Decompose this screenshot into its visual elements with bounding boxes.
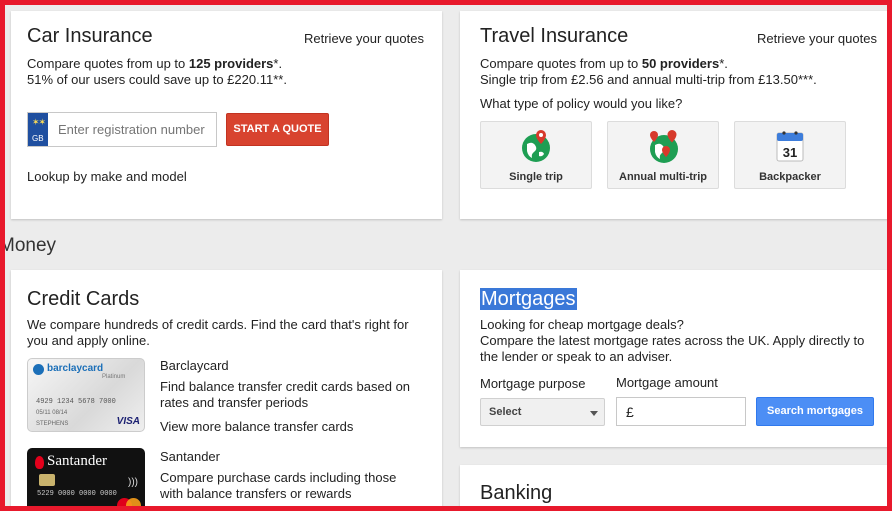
gb-flag-icon: ✶✶ GB xyxy=(28,113,48,146)
view-balance-transfer-link[interactable]: View more balance transfer cards xyxy=(160,419,353,435)
barclaycard-card-image: barclaycard Platinum 4929 1234 5678 7000… xyxy=(27,358,145,432)
calendar-day: 31 xyxy=(783,145,797,160)
santander-flame-icon xyxy=(35,456,44,469)
globe-multi-pin-icon xyxy=(650,130,678,163)
banking-card: Banking xyxy=(460,465,887,506)
barclaycard-description: Find balance transfer credit cards based… xyxy=(160,379,411,410)
chevron-down-icon xyxy=(590,411,598,416)
travel-retrieve-quotes-link[interactable]: Retrieve your quotes xyxy=(757,31,877,47)
santander-card-brand: Santander xyxy=(47,453,107,469)
mortgages-title: Mortgages xyxy=(480,288,577,311)
registration-input[interactable] xyxy=(50,114,212,145)
mortgage-purpose-value: Select xyxy=(489,406,522,418)
mortgage-purpose-label: Mortgage purpose xyxy=(480,376,586,391)
contactless-icon: ))) xyxy=(128,477,138,488)
lookup-make-model-link[interactable]: Lookup by make and model xyxy=(27,169,187,185)
car-providers-count: 125 providers xyxy=(188,56,274,71)
start-quote-button[interactable]: START A QUOTE xyxy=(226,113,329,146)
car-savings-text: 51% of our users could save up to £220.1… xyxy=(27,72,287,87)
travel-providers-count: 50 providers xyxy=(641,56,720,71)
registration-input-box[interactable]: ✶✶ GB xyxy=(27,112,217,147)
money-section-heading: Money xyxy=(5,235,57,256)
card-chip-icon xyxy=(39,474,55,486)
santander-card-image: Santander ))) 5229 0000 0000 0000 xyxy=(27,448,145,506)
barclaycard-card-brand: barclaycard xyxy=(47,363,104,374)
santander-card-number: 5229 0000 0000 0000 xyxy=(37,490,117,498)
travel-price-text: Single trip from £2.56 and annual multi-… xyxy=(480,72,817,87)
mortgage-amount-input[interactable]: £ xyxy=(616,397,746,426)
currency-symbol: £ xyxy=(626,404,634,420)
backpacker-label: Backpacker xyxy=(759,171,821,183)
barclaycard-card-dates: 05/11 08/14 xyxy=(36,410,68,416)
barclaycard-card-tier: Platinum xyxy=(102,374,126,380)
travel-providers-prefix: Compare quotes from up to xyxy=(480,56,642,71)
travel-insurance-title: Travel Insurance xyxy=(480,25,629,47)
mastercard-logo xyxy=(117,498,141,506)
annual-multi-trip-label: Annual multi-trip xyxy=(619,171,707,183)
mortgage-amount-label: Mortgage amount xyxy=(616,375,718,390)
car-providers-text: Compare quotes from up to 125 providers*… xyxy=(27,56,282,72)
car-providers-suffix: *. xyxy=(273,56,283,71)
backpacker-tile[interactable]: 31 Backpacker xyxy=(734,121,846,189)
barclaycard-link[interactable]: Barclaycard xyxy=(160,358,229,374)
search-mortgages-button[interactable]: Search mortgages xyxy=(756,397,874,426)
visa-logo: VISA xyxy=(116,416,140,427)
barclaycard-logo-icon xyxy=(33,364,44,375)
gb-label: GB xyxy=(32,134,44,143)
car-providers-prefix: Compare quotes from up to xyxy=(27,56,189,71)
mortgages-title-text: Mortgages xyxy=(480,288,577,310)
single-trip-label: Single trip xyxy=(509,171,563,183)
calendar-icon: 31 xyxy=(776,131,804,162)
car-retrieve-quotes-link[interactable]: Retrieve your quotes xyxy=(304,31,424,47)
santander-description: Compare purchase cards including those w… xyxy=(160,470,397,501)
car-insurance-title: Car Insurance xyxy=(27,25,153,47)
travel-providers-text: Compare quotes from up to 50 providers*. xyxy=(480,56,728,72)
mortgage-intro-line2: Compare the latest mortgage rates across… xyxy=(480,333,865,364)
policy-question: What type of policy would you like? xyxy=(480,96,683,111)
mortgage-intro-line1: Looking for cheap mortgage deals? xyxy=(480,317,684,332)
credit-cards-intro: We compare hundreds of credit cards. Fin… xyxy=(27,317,409,348)
mortgage-purpose-select[interactable]: Select xyxy=(480,398,605,426)
santander-link[interactable]: Santander xyxy=(160,449,220,465)
banking-title: Banking xyxy=(480,482,553,504)
barclaycard-card-holder: STEPHENS xyxy=(36,421,69,427)
travel-providers-suffix: *. xyxy=(719,56,728,71)
credit-cards-title: Credit Cards xyxy=(27,288,140,310)
page-frame: Car Insurance Retrieve your quotes Compa… xyxy=(0,0,892,511)
annual-multi-trip-tile[interactable]: Annual multi-trip xyxy=(607,121,719,189)
single-trip-tile[interactable]: Single trip xyxy=(480,121,592,189)
barclaycard-card-number: 4929 1234 5678 7000 xyxy=(36,398,116,406)
globe-pin-icon xyxy=(522,130,550,162)
